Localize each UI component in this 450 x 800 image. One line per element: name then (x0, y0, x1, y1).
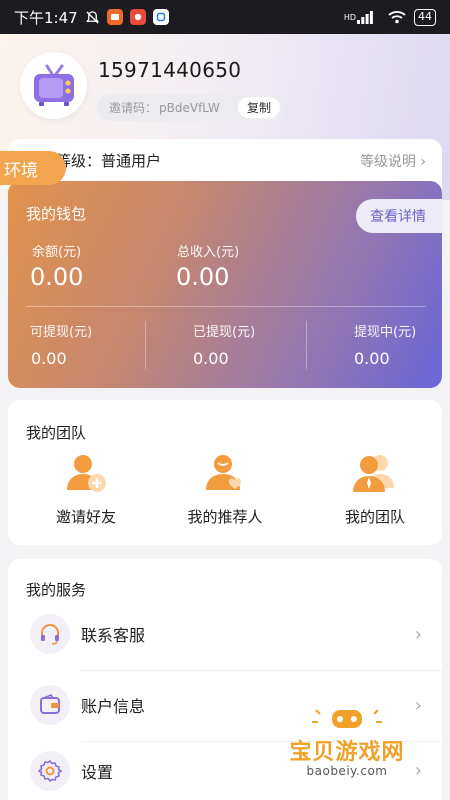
network-type-label: HD (343, 12, 356, 22)
wallet-vertical-divider (145, 321, 146, 369)
wallet-divider (26, 306, 426, 307)
watermark-text: 宝贝游戏网 (289, 740, 405, 765)
watermark-url: baobeiy.com (306, 764, 388, 778)
wallet-title: 我的钱包 (26, 205, 87, 223)
tv-avatar-icon (33, 64, 74, 106)
notification-app-icon (106, 9, 123, 25)
user-phone-number: 15971440650 (98, 58, 242, 82)
level-value: 普通用户 (101, 152, 162, 170)
gear-icon (30, 750, 70, 791)
withdrawing-value: 0.00 (354, 349, 390, 368)
wallet-vertical-divider-2 (306, 321, 307, 369)
site-watermark: 宝贝游戏网 baobeiy.com (272, 706, 422, 794)
wallet-icon (30, 685, 70, 725)
wifi-icon (388, 10, 406, 24)
contact-support-row[interactable]: 联系客服 › (8, 599, 442, 669)
withdrawn-label: 已提现(元) (193, 325, 256, 340)
withdrawn-value: 0.00 (193, 349, 229, 368)
invite-code-pill: 邀请码： pBdeVfLW 复制 (97, 94, 285, 121)
team-icon (353, 455, 394, 492)
withdrawable-value: 0.00 (31, 349, 67, 368)
headset-icon (30, 614, 70, 654)
my-referrer-label: 我的推荐人 (187, 508, 263, 526)
contact-support-label: 联系客服 (81, 626, 146, 645)
balance-label: 余额(元) (32, 245, 82, 260)
chevron-right-icon: › (414, 623, 422, 645)
total-income-label: 总收入(元) (177, 245, 240, 260)
invite-code-label: 邀请码： (109, 101, 158, 115)
total-income-value: 0.00 (176, 263, 230, 291)
battery-level: 44 (418, 10, 432, 23)
status-time: 下午1:47 (14, 8, 78, 27)
view-details-button[interactable]: 查看详情 (356, 199, 442, 233)
environment-tag[interactable]: 环境 (0, 151, 66, 185)
my-services-title: 我的服务 (26, 581, 87, 599)
invite-code-value: pBdeVfLW (159, 100, 220, 115)
invite-friends-item[interactable]: 邀请好友 (26, 450, 146, 527)
copy-invite-code-button[interactable]: 复制 (237, 97, 280, 118)
settings-label: 设置 (81, 762, 114, 782)
my-team-title: 我的团队 (26, 424, 87, 442)
battery-icon: 44 (414, 8, 436, 26)
invite-friends-label: 邀请好友 (55, 508, 116, 526)
notification-app-icon-3 (152, 9, 169, 25)
my-team-section: 我的团队 邀请好友 我的推荐人 我的团队 (8, 400, 442, 545)
signal-icon: HD (343, 10, 373, 24)
account-info-label: 账户信息 (81, 697, 146, 716)
status-bar: 下午1:47 HD 44 (0, 0, 450, 34)
avatar[interactable] (20, 52, 87, 119)
referrer-icon (206, 455, 242, 490)
level-explanation-link[interactable]: 等级说明 › (360, 151, 426, 171)
my-referrer-item[interactable]: 我的推荐人 (165, 450, 285, 527)
mute-bell-icon (85, 10, 100, 25)
invite-friend-icon (67, 455, 106, 492)
notification-app-icon-2 (129, 9, 146, 25)
balance-value: 0.00 (30, 263, 84, 291)
my-team-item[interactable]: 我的团队 (315, 450, 435, 527)
wallet-card: 我的钱包 查看详情 余额(元) 0.00 总收入(元) 0.00 可提现(元) … (8, 181, 442, 388)
my-team-label: 我的团队 (344, 508, 405, 526)
withdrawing-label: 提现中(元) (354, 325, 417, 340)
withdrawable-label: 可提现(元) (30, 325, 93, 340)
user-level: 等级：普通用户 (56, 150, 161, 171)
